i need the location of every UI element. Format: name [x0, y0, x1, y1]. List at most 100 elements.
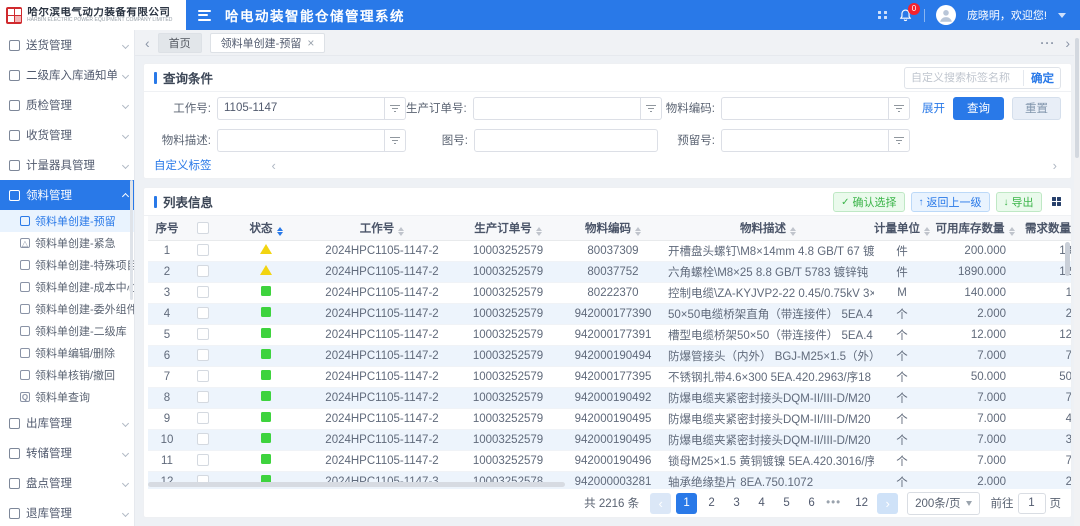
table-row[interactable]: 92024HPC1105-1147-2100032525799420001904… [148, 408, 1071, 429]
page-size-select[interactable]: 200条/页 [907, 492, 979, 515]
tags-scroll-right-icon[interactable] [1053, 159, 1057, 172]
row-checkbox[interactable] [197, 412, 209, 424]
column-header[interactable]: 工作号 [312, 216, 452, 240]
table-row[interactable]: 52024HPC1105-1147-2100032525799420001773… [148, 324, 1071, 345]
pagination-page[interactable]: 3 [726, 493, 747, 514]
table-row[interactable]: 72024HPC1105-1147-2100032525799420001773… [148, 366, 1071, 387]
tag-confirm-button[interactable]: 确定 [1023, 70, 1054, 86]
material-desc-input[interactable] [217, 129, 384, 152]
table-row[interactable]: 42024HPC1105-1147-2100032525799420001773… [148, 303, 1071, 324]
tab-requisition-create-reserve[interactable]: 领料单创建-预留 [210, 33, 326, 53]
sort-icon[interactable] [635, 227, 641, 237]
row-checkbox[interactable] [197, 349, 209, 361]
table-horizontal-scrollbar[interactable] [148, 482, 565, 487]
sidebar-item[interactable]: 二级库入库通知单 [0, 60, 134, 90]
row-checkbox[interactable] [197, 370, 209, 382]
sort-icon[interactable] [277, 227, 283, 237]
tab-home[interactable]: 首页 [158, 33, 202, 53]
sidebar-item[interactable]: 盘点管理 [0, 468, 134, 498]
reset-button[interactable]: 重置 [1012, 97, 1061, 120]
column-header[interactable]: 可用库存数量 [930, 216, 1020, 240]
filter-icon[interactable] [888, 129, 910, 152]
table-row[interactable]: 12024HPC1105-1147-21000325257980037309开槽… [148, 240, 1071, 261]
work-no-input[interactable] [217, 97, 384, 120]
column-settings-icon[interactable] [1052, 197, 1062, 207]
row-checkbox[interactable] [197, 433, 209, 445]
pagination-prev-button[interactable] [650, 493, 671, 514]
column-header[interactable]: 状态 [220, 216, 312, 240]
production-order-input[interactable] [473, 97, 640, 120]
sidebar-sub-item[interactable]: 领料单创建-成本中心 [0, 276, 134, 298]
sidebar-item[interactable]: 领料管理 [0, 180, 134, 210]
sidebar-item[interactable]: 计量器具管理 [0, 150, 134, 180]
pagination-page[interactable]: 6 [801, 493, 822, 514]
pagination-page[interactable]: 5 [776, 493, 797, 514]
pagination-page[interactable]: 12 [851, 493, 872, 514]
table-vertical-scrollbar[interactable] [1065, 242, 1070, 276]
row-checkbox[interactable] [197, 286, 209, 298]
notification-bell-icon[interactable]: 0 [898, 8, 913, 23]
sidebar-scrollbar[interactable] [130, 180, 133, 300]
sort-icon[interactable] [924, 227, 930, 237]
sidebar-item[interactable]: 转储管理 [0, 438, 134, 468]
sort-icon[interactable] [536, 227, 542, 237]
pagination-page[interactable]: 2 [701, 493, 722, 514]
avatar[interactable] [936, 5, 956, 25]
table-row[interactable]: 32024HPC1105-1147-21000325257980222370控制… [148, 282, 1071, 303]
table-row[interactable]: 82024HPC1105-1147-2100032525799420001904… [148, 387, 1071, 408]
confirm-select-button[interactable]: 确认选择 [833, 192, 904, 212]
search-button[interactable]: 查询 [953, 97, 1004, 120]
custom-tag-link[interactable]: 自定义标签 [154, 157, 212, 173]
table-row[interactable]: 62024HPC1105-1147-2100032525799420001904… [148, 345, 1071, 366]
table-row[interactable]: 102024HPC1105-1147-210003252579942000190… [148, 429, 1071, 450]
menu-collapse-icon[interactable] [198, 10, 211, 21]
expand-link[interactable]: 展开 [922, 100, 945, 116]
close-icon[interactable] [307, 36, 314, 50]
filter-icon[interactable] [384, 97, 406, 120]
drawing-no-input[interactable] [474, 129, 658, 152]
row-checkbox[interactable] [197, 244, 209, 256]
row-checkbox[interactable] [197, 391, 209, 403]
sidebar-item[interactable]: 送货管理 [0, 30, 134, 60]
pagination-page[interactable]: 1 [676, 493, 697, 514]
row-checkbox[interactable] [197, 265, 209, 277]
chevron-down-icon[interactable] [1058, 13, 1066, 18]
sidebar-sub-item[interactable]: 领料单核销/撤回 [0, 364, 134, 386]
filter-icon[interactable] [384, 129, 406, 152]
sidebar-item[interactable]: 出库管理 [0, 408, 134, 438]
sort-icon[interactable] [398, 227, 404, 237]
goto-page-input[interactable] [1018, 493, 1046, 514]
column-header[interactable]: 计量单位 [874, 216, 930, 240]
row-checkbox[interactable] [197, 307, 209, 319]
sidebar-sub-item[interactable]: 领料单编辑/删除 [0, 342, 134, 364]
sidebar-item[interactable]: 收货管理 [0, 120, 134, 150]
fullscreen-icon[interactable] [878, 11, 887, 20]
reserve-no-input[interactable] [721, 129, 888, 152]
column-header[interactable]: 生产订单号 [452, 216, 564, 240]
tab-back-icon[interactable] [145, 36, 150, 50]
select-all-header[interactable] [186, 216, 220, 240]
sidebar-sub-item[interactable]: 领料单创建-委外组件 [0, 298, 134, 320]
row-checkbox[interactable] [197, 454, 209, 466]
row-checkbox[interactable] [197, 328, 209, 340]
sidebar-sub-item[interactable]: Q领料单查询 [0, 386, 134, 408]
export-button[interactable]: 导出 [996, 192, 1042, 212]
tags-scroll-left-icon[interactable] [272, 159, 276, 172]
tab-forward-icon[interactable] [1065, 36, 1070, 50]
back-up-level-button[interactable]: 返回上一级 [911, 192, 990, 212]
select-all-checkbox[interactable] [197, 222, 209, 234]
column-header[interactable]: 需求数量 [1020, 216, 1071, 240]
sidebar-sub-item[interactable]: △领料单创建-紧急 [0, 232, 134, 254]
sidebar-sub-item[interactable]: 领料单创建-预留 [0, 210, 134, 232]
pagination-ellipsis[interactable]: ••• [826, 493, 847, 514]
sort-icon[interactable] [1009, 227, 1015, 237]
sidebar-sub-item[interactable]: 领料单创建-二级库 [0, 320, 134, 342]
table-row[interactable]: 22024HPC1105-1147-21000325257980037752六角… [148, 261, 1071, 282]
column-header[interactable]: 物料编码 [564, 216, 662, 240]
filter-icon[interactable] [888, 97, 910, 120]
material-code-input[interactable] [721, 97, 888, 120]
tab-more-icon[interactable] [1040, 36, 1055, 50]
sort-icon[interactable] [790, 227, 796, 237]
pagination-page[interactable]: 4 [751, 493, 772, 514]
table-row[interactable]: 112024HPC1105-1147-210003252579942000190… [148, 450, 1071, 471]
